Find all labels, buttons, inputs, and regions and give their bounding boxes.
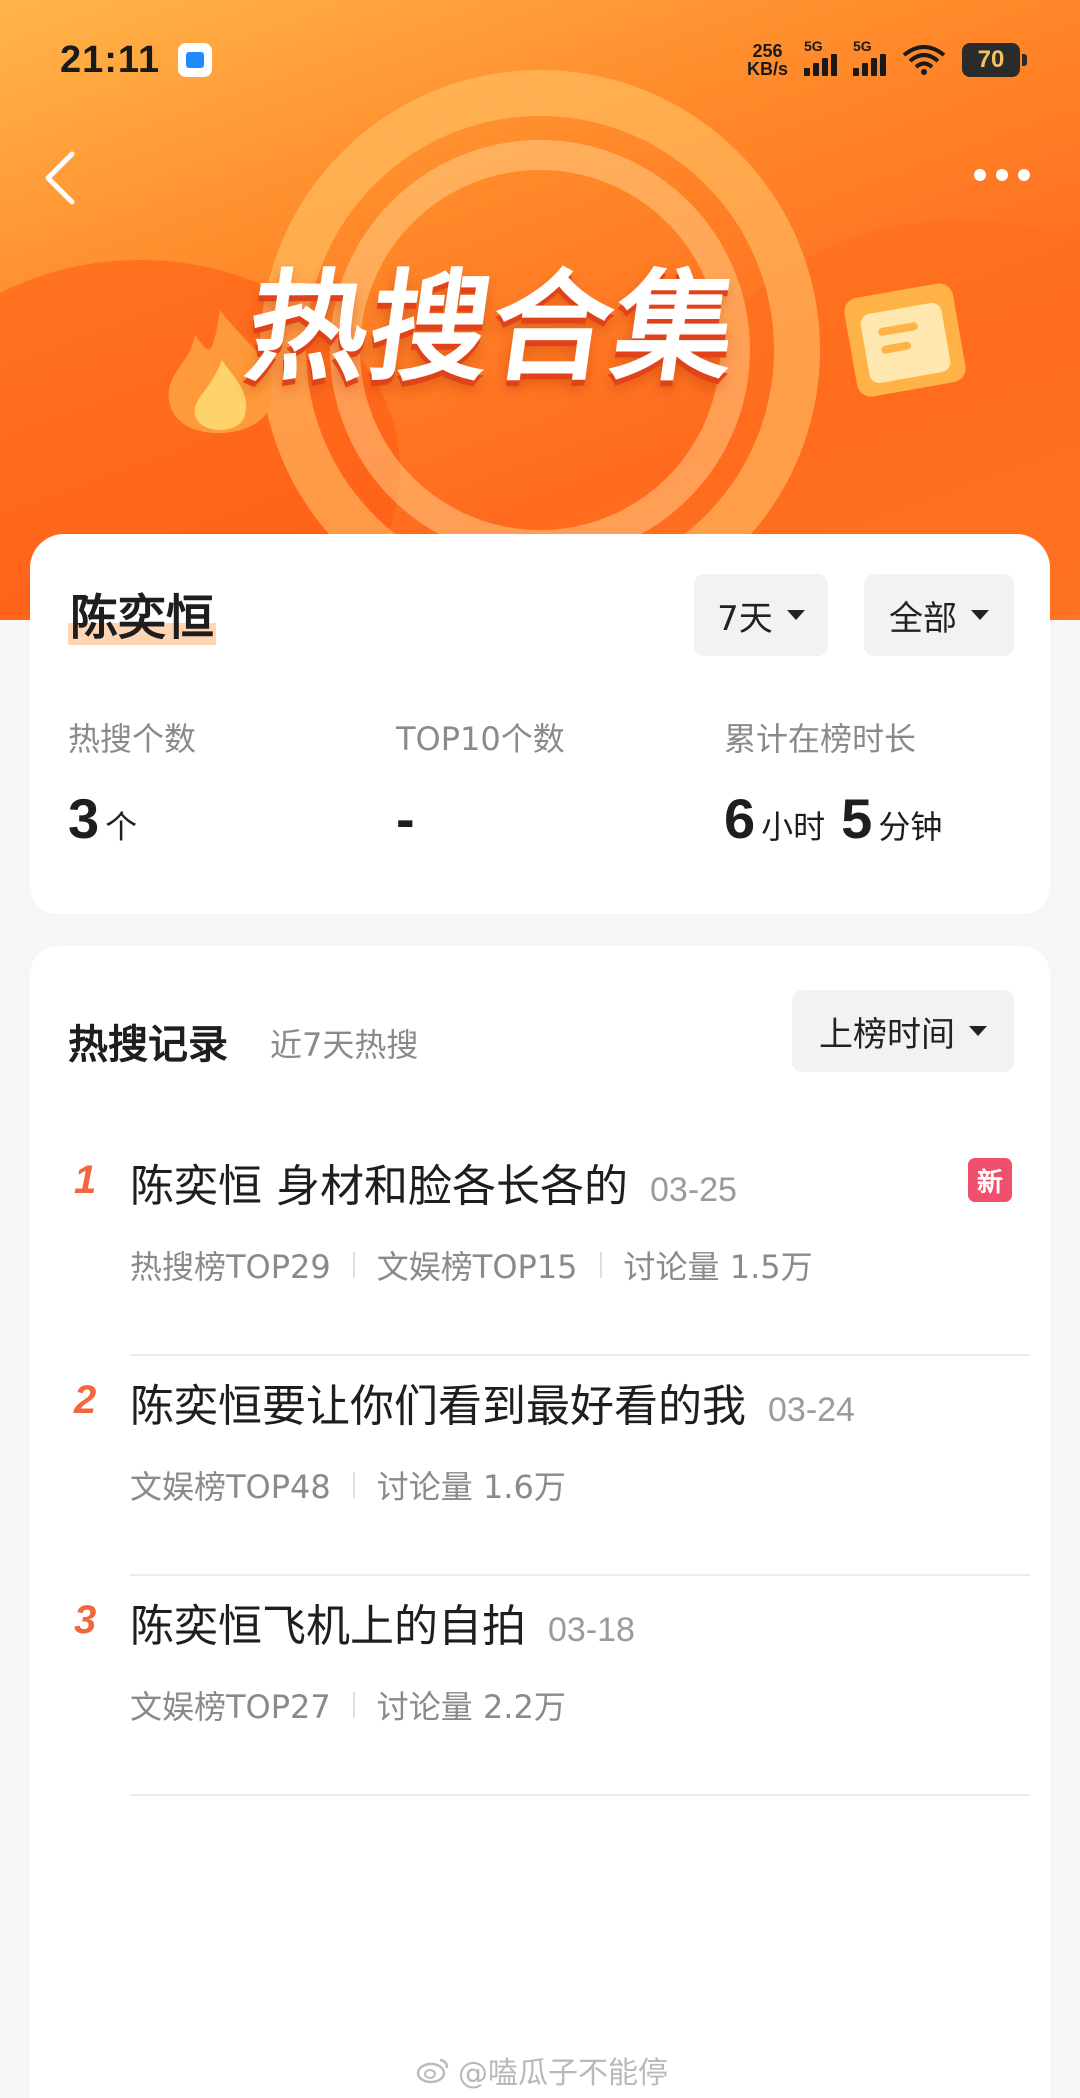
battery-icon: 70	[962, 43, 1027, 77]
stat-unit: 个	[105, 808, 138, 846]
network-speed-unit: KB/s	[746, 59, 788, 79]
stat-hours-value: 6	[724, 787, 756, 850]
weibo-icon	[416, 2058, 449, 2084]
item-date: 03-25	[650, 1171, 737, 1209]
stat-minutes-unit: 分钟	[878, 808, 943, 846]
list-item-title: 陈奕恒飞机上的自拍 03-18	[130, 1590, 635, 1654]
item-title-text: 陈奕恒要让你们看到最好看的我	[130, 1381, 746, 1432]
watermark-text: @嗑瓜子不能停	[458, 2056, 668, 2091]
caret-down-icon	[786, 610, 805, 620]
dot-icon	[974, 169, 986, 181]
back-button[interactable]	[38, 148, 88, 208]
divider	[352, 1472, 355, 1498]
list-item-title: 陈奕恒要让你们看到最好看的我 03-24	[130, 1370, 855, 1434]
network-speed: 256 KB/s	[747, 42, 788, 78]
caret-down-icon	[971, 610, 989, 620]
divider	[352, 1252, 355, 1278]
new-badge: 新	[968, 1158, 1012, 1202]
hero-banner: 21:11 256 KB/s 5G 5G 70 热搜合集	[0, 0, 1080, 620]
sim2-network-type: 5G	[853, 38, 872, 54]
meta-rank: 热搜榜TOP29	[130, 1248, 331, 1286]
network-speed-value: 256	[752, 41, 783, 61]
meta-rank: 文娱榜TOP27	[130, 1688, 331, 1726]
stat-value: -	[396, 787, 415, 850]
list-item[interactable]: 1 陈奕恒 身材和脸各长各的 03-25 新 热搜榜TOP29 文娱榜TOP15 …	[30, 1136, 1050, 1356]
meta-rank: 文娱榜TOP15	[376, 1248, 578, 1286]
stat-label: 累计在榜时长	[724, 720, 917, 758]
item-title-text: 陈奕恒飞机上的自拍	[130, 1601, 526, 1652]
list-item[interactable]: 3 陈奕恒飞机上的自拍 03-18 文娱榜TOP27 讨论量 2.2万	[30, 1576, 1050, 1796]
person-name: 陈奕恒	[68, 586, 217, 650]
signal-icon: 5G	[804, 38, 837, 76]
status-time: 21:11	[60, 38, 161, 81]
records-subtitle: 近7天热搜	[270, 1026, 419, 1064]
notification-app-icon	[178, 43, 213, 77]
scope-filter-dropdown[interactable]: 全部	[864, 574, 1014, 656]
period-filter-dropdown[interactable]: 7天	[694, 574, 828, 656]
item-date: 03-24	[768, 1391, 855, 1429]
chevron-left-icon	[45, 151, 75, 205]
sim1-network-type: 5G	[804, 38, 823, 54]
list-item[interactable]: 2 陈奕恒要让你们看到最好看的我 03-24 文娱榜TOP48 讨论量 1.6万	[30, 1356, 1050, 1576]
meta-discussion: 讨论量 1.5万	[623, 1248, 813, 1286]
stat-top10-count: TOP10个数 -	[396, 714, 565, 851]
item-date: 03-18	[548, 1611, 635, 1649]
sort-dropdown[interactable]: 上榜时间	[792, 990, 1014, 1072]
stat-label: TOP10个数	[396, 720, 565, 758]
stat-hours-unit: 小时	[761, 808, 826, 846]
item-meta: 热搜榜TOP29 文娱榜TOP15 讨论量 1.5万	[130, 1242, 813, 1288]
stat-value: 3	[68, 787, 100, 850]
banner-title: 热搜合集	[238, 259, 747, 398]
item-meta: 文娱榜TOP48 讨论量 1.6万	[130, 1462, 566, 1508]
watermark: @嗑瓜子不能停	[416, 2048, 668, 2092]
summary-card: 陈奕恒 7天 全部 热搜个数 3 个 TOP10个数 - 累计在榜时长 6 小时…	[30, 534, 1050, 914]
item-title-text: 陈奕恒 身材和脸各长各的	[130, 1161, 628, 1212]
rank-number: 1	[74, 1158, 97, 1202]
rank-number: 2	[74, 1378, 97, 1422]
list-item-title: 陈奕恒 身材和脸各长各的 03-25	[130, 1150, 737, 1214]
records-card: 热搜记录 近7天热搜 上榜时间 1 陈奕恒 身材和脸各长各的 03-25 新 热搜…	[30, 946, 1050, 2098]
status-bar: 21:11 256 KB/s 5G 5G 70	[0, 0, 1080, 120]
divider	[352, 1692, 355, 1718]
divider	[599, 1252, 602, 1278]
scope-filter-label: 全部	[889, 598, 957, 639]
stat-minutes-value: 5	[841, 787, 873, 850]
rank-number: 3	[74, 1598, 97, 1642]
period-filter-label: 7天	[717, 598, 773, 639]
caret-down-icon	[969, 1026, 987, 1036]
stat-label: 热搜个数	[68, 720, 197, 758]
folder-icon	[844, 283, 966, 397]
meta-discussion: 讨论量 1.6万	[376, 1468, 566, 1506]
signal-icon: 5G	[853, 38, 886, 76]
wifi-icon	[902, 45, 946, 75]
dot-icon	[1018, 169, 1030, 181]
more-options-button[interactable]	[974, 160, 1044, 190]
item-meta: 文娱榜TOP27 讨论量 2.2万	[130, 1682, 566, 1728]
stat-hot-search-count: 热搜个数 3 个	[68, 714, 196, 851]
dot-icon	[996, 169, 1008, 181]
records-title: 热搜记录	[68, 1022, 228, 1068]
divider	[130, 1794, 1030, 1796]
stat-total-duration: 累计在榜时长 6 小时 5 分钟	[724, 714, 952, 851]
sort-label: 上榜时间	[819, 1014, 955, 1055]
meta-discussion: 讨论量 2.2万	[376, 1688, 566, 1726]
meta-rank: 文娱榜TOP48	[130, 1468, 331, 1506]
